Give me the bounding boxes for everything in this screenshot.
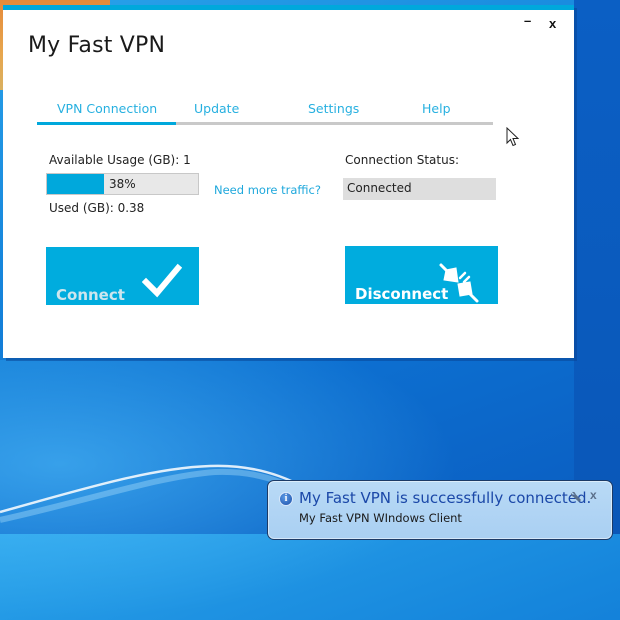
- usage-progress-fill: [47, 174, 105, 194]
- checkmark-icon: [142, 263, 182, 298]
- vpn-app-window: My Fast VPN – x VPN Connection Update Se…: [3, 5, 574, 358]
- connection-status-value: Connected: [343, 178, 496, 200]
- tab-update[interactable]: Update: [194, 101, 239, 116]
- tab-bar: VPN Connection Update Settings Help: [37, 101, 493, 131]
- desktop-background-edge: [574, 0, 620, 534]
- disconnect-button-label: Disconnect: [355, 285, 449, 303]
- app-title: My Fast VPN: [28, 33, 166, 58]
- notification-close-button[interactable]: x: [590, 488, 597, 502]
- tab-settings[interactable]: Settings: [308, 101, 359, 116]
- used-usage-label: Used (GB): 0.38: [49, 201, 145, 215]
- notification-subtitle: My Fast VPN WIndows Client: [299, 511, 462, 525]
- usage-progress-text: 38%: [109, 177, 136, 191]
- tab-vpn-connection[interactable]: VPN Connection: [57, 101, 157, 116]
- connection-status-label: Connection Status:: [345, 153, 459, 167]
- need-more-traffic-link[interactable]: Need more traffic?: [214, 183, 321, 197]
- connect-button[interactable]: Connect: [46, 247, 199, 305]
- notification-title: My Fast VPN is successfully connected.: [299, 489, 592, 507]
- tab-help[interactable]: Help: [422, 101, 451, 116]
- wrench-icon[interactable]: [570, 491, 582, 503]
- usage-progress-bar: 38%: [46, 173, 199, 195]
- connect-button-label: Connect: [56, 286, 125, 304]
- unplug-icon: [439, 263, 479, 303]
- tab-active-indicator: [37, 122, 176, 125]
- disconnect-button[interactable]: Disconnect: [345, 246, 498, 304]
- close-button[interactable]: x: [549, 16, 556, 31]
- mouse-pointer-icon: [506, 127, 520, 147]
- notification-balloon[interactable]: i My Fast VPN is successfully connected.…: [267, 480, 613, 540]
- info-icon: i: [279, 492, 293, 506]
- available-usage-label: Available Usage (GB): 1: [49, 153, 191, 167]
- minimize-button[interactable]: –: [524, 13, 531, 28]
